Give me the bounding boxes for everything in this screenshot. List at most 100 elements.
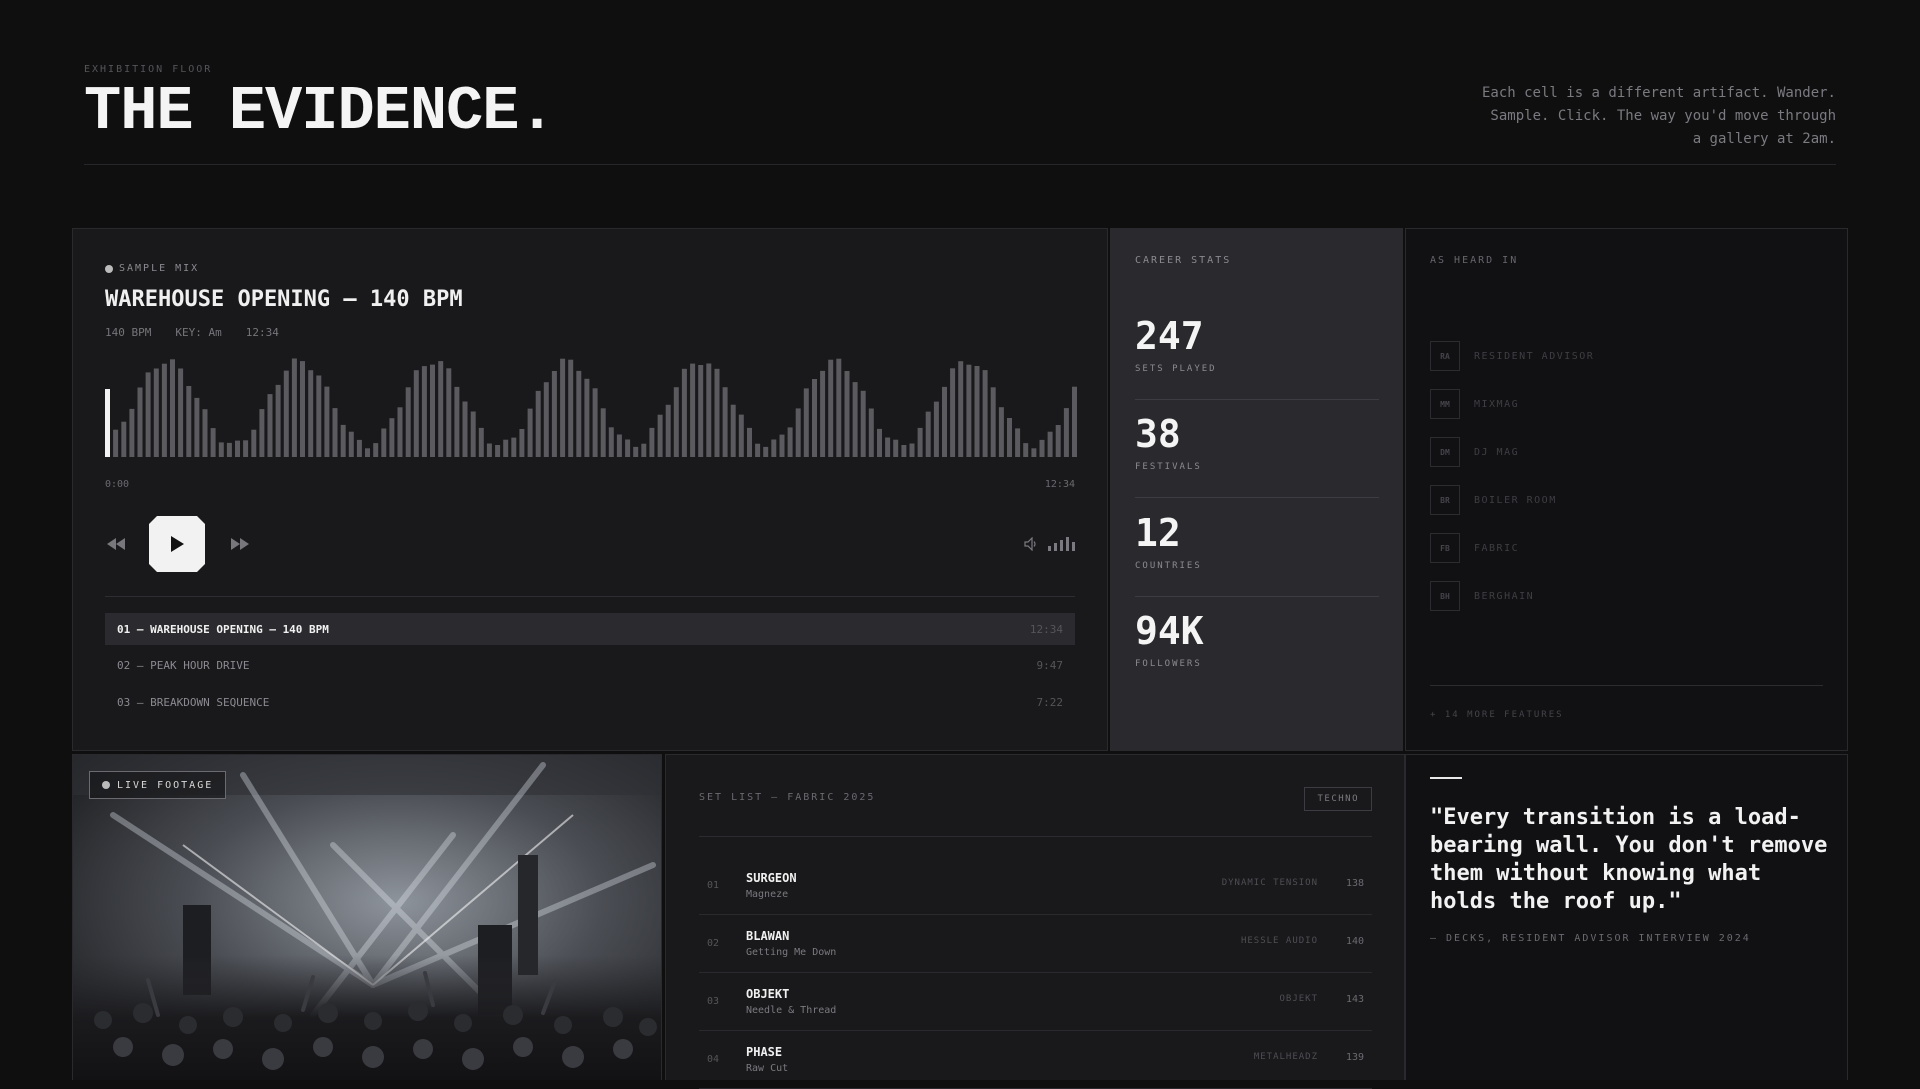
row-number: 02 bbox=[707, 938, 720, 949]
row-track: Getting Me Down bbox=[746, 947, 837, 958]
waveform-bar bbox=[267, 394, 273, 457]
row-artist: BLAWAN bbox=[746, 929, 790, 943]
waveform-bar bbox=[568, 359, 574, 457]
waveform-bar bbox=[649, 427, 655, 457]
waveform-bar bbox=[316, 375, 322, 457]
more-features-link[interactable]: + 14 MORE FEATURES bbox=[1430, 710, 1564, 720]
row-track: Raw Cut bbox=[746, 1063, 789, 1074]
waveform-bar bbox=[909, 443, 915, 457]
publication-item[interactable]: BR BOILER ROOM bbox=[1430, 484, 1557, 516]
waveform-bar bbox=[1039, 439, 1045, 457]
track-item[interactable]: 03 — BREAKDOWN SEQUENCE 7:22 bbox=[105, 686, 1075, 718]
track-label: 01 — WAREHOUSE OPENING — 140 BPM bbox=[117, 622, 329, 636]
waveform-bar bbox=[495, 445, 501, 457]
waveform-bar bbox=[755, 443, 761, 457]
track-duration: 9:47 bbox=[1036, 658, 1064, 672]
playhead[interactable] bbox=[105, 389, 110, 457]
stat-festivals: 38 FESTIVALS bbox=[1135, 400, 1379, 498]
stat-countries: 12 COUNTRIES bbox=[1135, 499, 1379, 597]
waveform-bar bbox=[1031, 448, 1037, 457]
row-bpm: 139 bbox=[1345, 1052, 1364, 1063]
publication-item[interactable]: DM DJ MAG bbox=[1430, 436, 1519, 468]
setlist-row[interactable]: 02 BLAWAN Getting Me Down HESSLE AUDIO 1… bbox=[699, 914, 1372, 973]
publication-item[interactable]: RA RESIDENT ADVISOR bbox=[1430, 340, 1594, 372]
waveform-scrubber[interactable] bbox=[105, 357, 1077, 457]
waveform-bar bbox=[1063, 408, 1069, 457]
row-artist: SURGEON bbox=[746, 871, 797, 885]
waveform-bar bbox=[300, 361, 305, 457]
waveform-bar bbox=[543, 382, 549, 457]
waveform-bar bbox=[1015, 428, 1021, 457]
track-duration: 7:22 bbox=[1036, 695, 1064, 709]
live-dot-icon bbox=[102, 781, 110, 789]
mix-meta: 140 BPM KEY: Am 12:34 bbox=[105, 326, 279, 339]
waveform-bar bbox=[974, 366, 980, 457]
play-button[interactable] bbox=[149, 516, 205, 572]
waveform-bar bbox=[389, 418, 395, 457]
waveform-bar bbox=[121, 421, 127, 457]
waveform-bar bbox=[885, 437, 891, 457]
track-item[interactable]: 01 — WAREHOUSE OPENING — 140 BPM 12:34 bbox=[105, 613, 1075, 645]
fast-forward-button[interactable] bbox=[229, 516, 251, 572]
publication-name: RESIDENT ADVISOR bbox=[1474, 350, 1595, 362]
waveform-bar bbox=[405, 387, 411, 457]
waveform-bar bbox=[551, 371, 557, 457]
play-icon bbox=[171, 536, 184, 552]
waveform-bar bbox=[673, 387, 679, 457]
waveform-bar bbox=[844, 371, 850, 457]
rewind-icon bbox=[107, 538, 125, 550]
waveform-bar bbox=[860, 390, 866, 457]
quote-citation: — DECKS, RESIDENT ADVISOR INTERVIEW 2024 bbox=[1430, 933, 1751, 944]
publication-item[interactable]: BH BERGHAIN bbox=[1430, 580, 1534, 612]
volume-level-bars[interactable] bbox=[1048, 537, 1075, 551]
publication-item[interactable]: FB FABRIC bbox=[1430, 532, 1519, 564]
publication-name: DJ MAG bbox=[1474, 446, 1520, 458]
setlist-row[interactable]: 01 SURGEON Magneze DYNAMIC TENSION 138 bbox=[699, 856, 1372, 915]
waveform-bar bbox=[486, 443, 492, 457]
waveform-bar bbox=[202, 409, 208, 457]
waveform-bar bbox=[438, 361, 444, 457]
row-label: DYNAMIC TENSION bbox=[1221, 878, 1318, 888]
publication-badge: DM bbox=[1430, 437, 1460, 467]
waveform-bar bbox=[560, 358, 566, 457]
volume-control[interactable] bbox=[1024, 516, 1075, 572]
waveform-bar bbox=[616, 434, 622, 457]
fast-forward-icon bbox=[231, 538, 249, 550]
mix-title: WAREHOUSE OPENING — 140 BPM bbox=[105, 287, 463, 312]
waveform-bar bbox=[340, 424, 346, 457]
track-item[interactable]: 02 — PEAK HOUR DRIVE 9:47 bbox=[105, 649, 1075, 681]
stat-value: 94K bbox=[1135, 609, 1204, 653]
waveform-bar bbox=[836, 358, 842, 457]
waveform-bar bbox=[113, 429, 119, 457]
waveform-bar bbox=[608, 427, 614, 457]
waveform-bar bbox=[145, 372, 151, 457]
waveform-bar bbox=[958, 361, 964, 457]
live-footage[interactable]: LIVE FOOTAGE bbox=[72, 754, 662, 1080]
time-start: 0:00 bbox=[105, 479, 130, 490]
mix-key: KEY: Am bbox=[175, 326, 222, 339]
stat-label: SETS PLAYED bbox=[1135, 364, 1217, 374]
waveform-bar bbox=[706, 363, 712, 457]
row-track: Needle & Thread bbox=[746, 1005, 837, 1016]
genre-tag[interactable]: TECHNO bbox=[1304, 787, 1372, 811]
waveform-bar bbox=[779, 434, 785, 457]
rewind-button[interactable] bbox=[105, 516, 127, 572]
stat-followers: 94K FOLLOWERS bbox=[1135, 597, 1379, 695]
waveform-bar bbox=[852, 382, 858, 457]
waveform-bar bbox=[820, 370, 826, 457]
waveform-bar bbox=[641, 443, 647, 457]
publication-item[interactable]: MM MIXMAG bbox=[1430, 388, 1519, 420]
waveform-bar bbox=[576, 370, 582, 457]
waveform-bar bbox=[966, 364, 972, 457]
player-eyebrow-label: SAMPLE MIX bbox=[119, 263, 200, 274]
waveform-bar bbox=[665, 404, 671, 457]
waveform-bar bbox=[186, 386, 192, 457]
stat-label: FOLLOWERS bbox=[1135, 659, 1202, 669]
setlist-row[interactable]: 03 OBJEKT Needle & Thread OBJEKT 143 bbox=[699, 972, 1372, 1031]
setlist-row[interactable]: 04 PHASE Raw Cut METALHEADZ 139 bbox=[699, 1030, 1372, 1089]
setlist-heading: SET LIST — FABRIC 2025 bbox=[699, 792, 876, 803]
header-eyebrow: EXHIBITION FLOOR bbox=[84, 64, 213, 75]
waveform-bar bbox=[332, 408, 338, 457]
stat-label: COUNTRIES bbox=[1135, 561, 1202, 571]
waveform-bar bbox=[356, 439, 362, 457]
